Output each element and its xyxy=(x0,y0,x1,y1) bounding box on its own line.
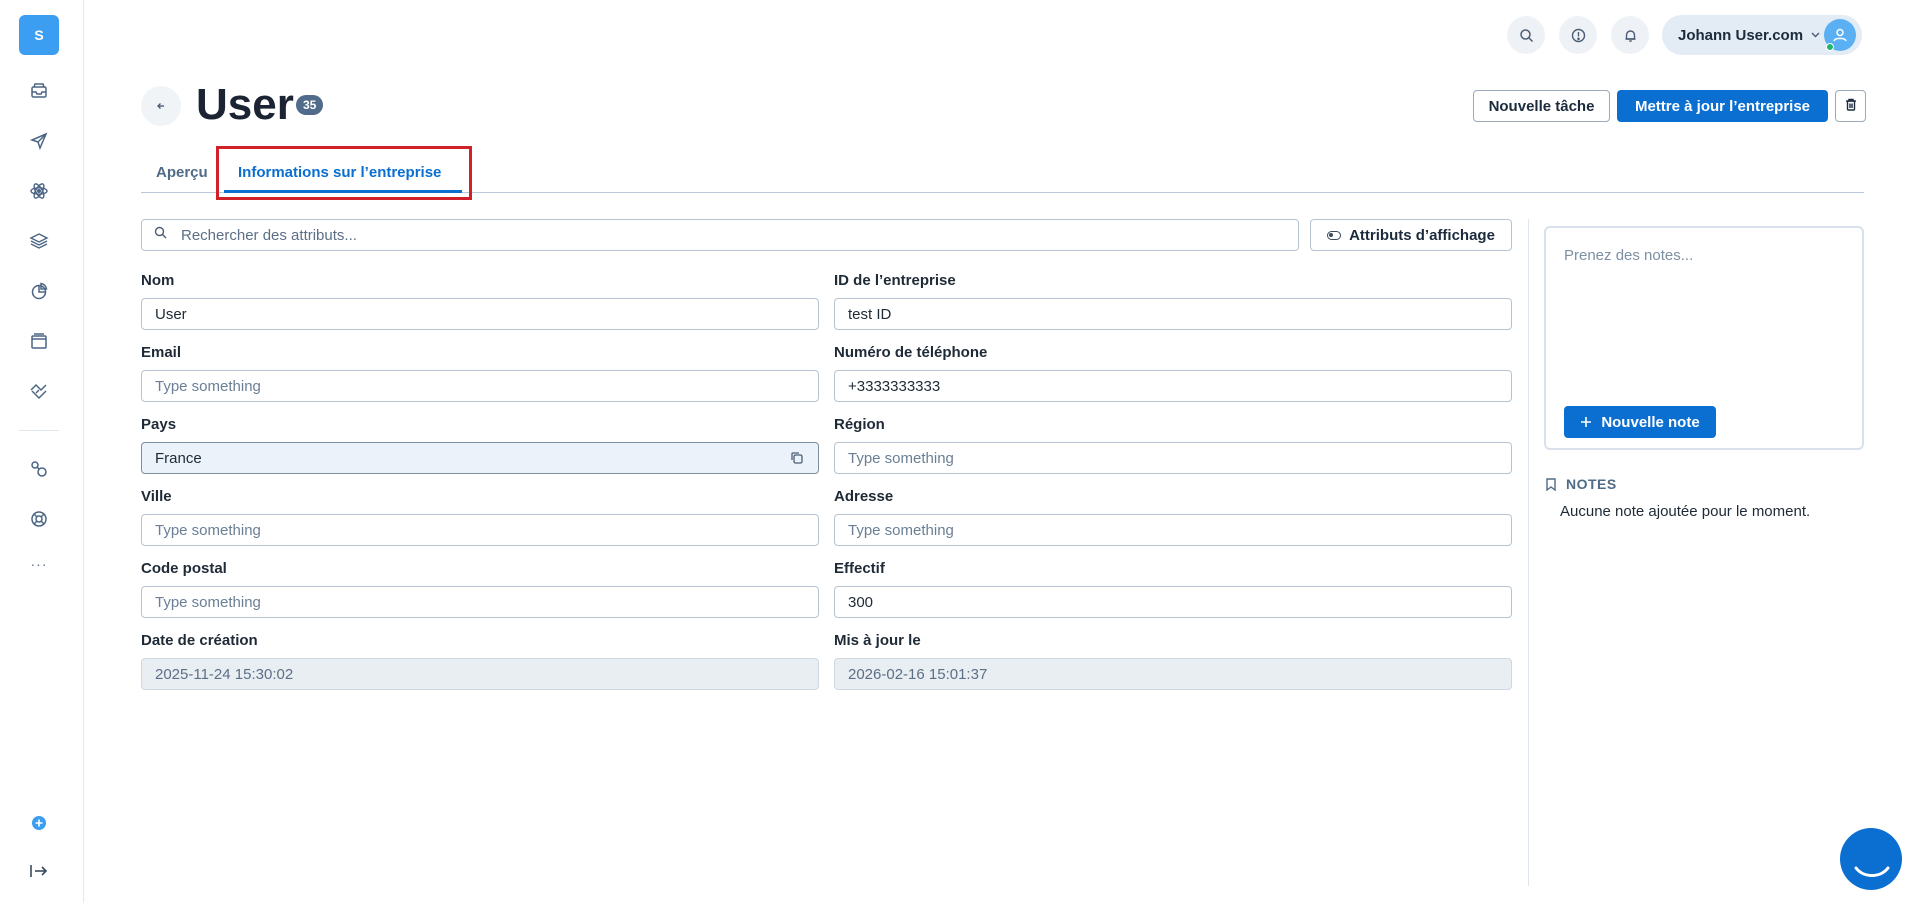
trash-icon xyxy=(1845,98,1857,115)
active-tab-indicator xyxy=(224,190,462,193)
page-title: User xyxy=(196,80,294,129)
field-label-company-id: ID de l’entreprise xyxy=(834,272,956,289)
copy-icon[interactable] xyxy=(790,451,804,469)
display-attributes-button[interactable]: Attributs d’affichage xyxy=(1310,219,1512,251)
atom-icon[interactable] xyxy=(26,178,52,204)
bookmark-icon xyxy=(1546,477,1556,491)
more-icon[interactable]: ··· xyxy=(26,556,52,572)
plus-icon xyxy=(1580,416,1592,428)
adresse-field[interactable]: Type something xyxy=(834,514,1512,546)
new-note-button[interactable]: Nouvelle note xyxy=(1564,406,1716,438)
tab-company-info[interactable]: Informations sur l’entreprise xyxy=(238,164,441,181)
field-label-updated: Mis à jour le xyxy=(834,632,921,649)
new-task-button[interactable]: Nouvelle tâche xyxy=(1473,90,1610,122)
back-button[interactable] xyxy=(141,86,181,126)
update-company-button[interactable]: Mettre à jour l’entreprise xyxy=(1617,90,1828,122)
workspace-logo[interactable]: S xyxy=(19,15,59,55)
info-icon[interactable] xyxy=(1559,16,1597,54)
pays-value: France xyxy=(155,449,202,467)
region-field[interactable]: Type something xyxy=(834,442,1512,474)
tab-overview[interactable]: Aperçu xyxy=(156,164,208,181)
field-label-pays: Pays xyxy=(141,416,177,433)
attribute-search-input[interactable]: Rechercher des attributs... xyxy=(141,219,1299,251)
user-name: Johann User.com xyxy=(1678,26,1804,44)
delete-button[interactable] xyxy=(1835,90,1866,122)
online-status-dot xyxy=(1826,43,1834,51)
notes-empty-text: Aucune note ajoutée pour le moment. xyxy=(1560,503,1811,520)
notes-editor[interactable]: Prenez des notes... Nouvelle note xyxy=(1544,226,1864,450)
company-id-field[interactable]: test ID xyxy=(834,298,1512,330)
updated-date-field: 2026-02-16 15:01:37 xyxy=(834,658,1512,690)
field-label-created: Date de création xyxy=(141,632,258,649)
field-label-region: Région xyxy=(834,416,885,433)
field-label-nom: Nom xyxy=(141,272,175,289)
add-circle-icon[interactable] xyxy=(26,810,52,836)
chat-launcher-button[interactable] xyxy=(1840,828,1902,890)
created-date-field: 2025-11-24 15:30:02 xyxy=(141,658,819,690)
sidebar: S ··· xyxy=(0,0,84,903)
new-note-label: Nouvelle note xyxy=(1601,413,1700,431)
sidebar-divider xyxy=(19,430,59,431)
notes-title: NOTES xyxy=(1566,476,1617,492)
window-icon[interactable] xyxy=(26,328,52,354)
email-field[interactable]: Type something xyxy=(141,370,819,402)
handshake-icon[interactable] xyxy=(26,378,52,404)
avatar xyxy=(1824,19,1856,51)
pays-field[interactable]: France xyxy=(141,442,819,474)
ville-field[interactable]: Type something xyxy=(141,514,819,546)
send-icon[interactable] xyxy=(26,128,52,154)
phone-field[interactable]: +3333333333 xyxy=(834,370,1512,402)
field-label-ville: Ville xyxy=(141,488,172,505)
count-badge: 35 xyxy=(296,95,324,115)
bell-icon[interactable] xyxy=(1611,16,1649,54)
field-label-effectif: Effectif xyxy=(834,560,885,577)
field-label-adresse: Adresse xyxy=(834,488,894,505)
display-attributes-label: Attributs d’affichage xyxy=(1349,226,1495,244)
search-icon[interactable] xyxy=(1507,16,1545,54)
code-postal-field[interactable]: Type something xyxy=(141,586,819,618)
field-label-code-postal: Code postal xyxy=(141,560,227,577)
integrations-icon[interactable] xyxy=(26,456,52,482)
content-divider xyxy=(1528,219,1529,886)
user-menu[interactable]: Johann User.com xyxy=(1662,15,1862,55)
layers-icon[interactable] xyxy=(26,228,52,254)
notes-placeholder: Prenez des notes... xyxy=(1564,247,1694,264)
pie-chart-icon[interactable] xyxy=(26,278,52,304)
support-icon[interactable] xyxy=(26,506,52,532)
search-placeholder: Rechercher des attributs... xyxy=(181,226,357,244)
inbox-icon[interactable] xyxy=(26,78,52,104)
notes-section-header: NOTES xyxy=(1546,476,1617,492)
field-label-email: Email xyxy=(141,344,182,361)
toggle-icon xyxy=(1327,230,1342,240)
logout-icon[interactable] xyxy=(26,858,52,884)
effectif-field[interactable]: 300 xyxy=(834,586,1512,618)
search-icon xyxy=(154,226,167,244)
nom-field[interactable]: User xyxy=(141,298,819,330)
field-label-phone: Numéro de téléphone xyxy=(834,344,988,361)
chevron-down-icon xyxy=(1811,30,1820,41)
